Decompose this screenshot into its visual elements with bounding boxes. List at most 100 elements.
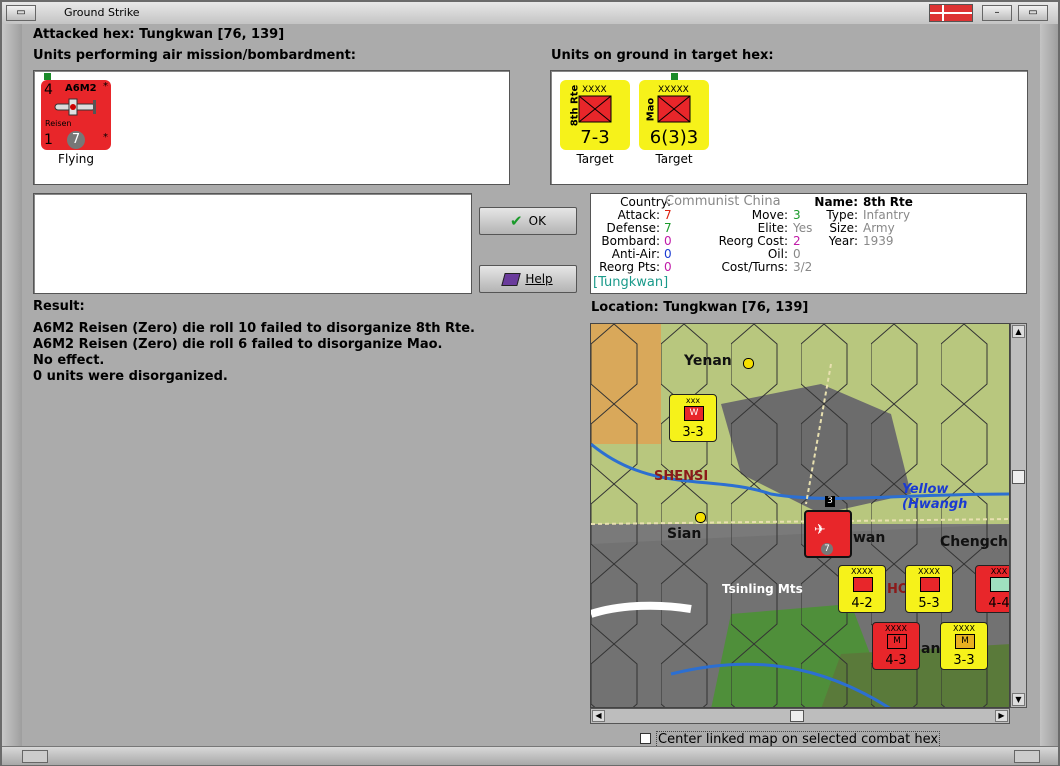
stack-count-badge: 3: [825, 496, 835, 507]
map-place-tsinling: Tsinling Mts: [722, 582, 803, 596]
unit-info-panel: Country: Communist China Attack: 7 Defen…: [590, 193, 1027, 294]
map-air-badge: 7: [821, 543, 833, 555]
map-unit-symbol: [920, 577, 940, 592]
city-icon: [743, 358, 754, 369]
message-box: [33, 193, 472, 294]
ground-unit-1-strength: 7-3: [580, 127, 610, 148]
oil-label: Oil:: [767, 247, 788, 261]
tactical-map[interactable]: Yenan SHENSI Sian Tsinling Mts wan Cheng…: [590, 323, 1010, 708]
year-label: Year:: [828, 234, 858, 248]
help-button[interactable]: Help: [479, 265, 577, 293]
map-place-partial: an: [921, 641, 941, 657]
name-value: 8th Rte: [863, 195, 913, 209]
center-map-checkbox[interactable]: [640, 733, 651, 744]
reorg-cost-label: Reorg Cost:: [718, 234, 788, 248]
map-unit-size: XXX: [990, 567, 1008, 576]
nation-flag-icon: [929, 4, 973, 22]
maximize-button[interactable]: ▭: [1018, 5, 1048, 21]
bombard-value: 0: [664, 234, 672, 248]
ground-unit-2-size: XXXXX: [658, 85, 689, 95]
map-unit[interactable]: XXXX 4-2: [838, 565, 886, 613]
airplane-icon: [54, 98, 96, 116]
map-horizontal-scrollbar[interactable]: ◀ ▶: [590, 708, 1010, 724]
country-value: Communist China: [665, 194, 781, 209]
elite-label: Elite:: [757, 221, 788, 235]
airplane-icon: ✈: [814, 522, 826, 538]
help-button-label: Help: [525, 272, 553, 286]
checkmark-icon: ✔: [510, 212, 523, 230]
map-unit-strength: 4-3: [885, 653, 907, 668]
infantry-symbol-icon: [578, 95, 612, 123]
ready-marker-icon: [671, 73, 678, 80]
location-label: Location: Tungkwan [76, 139]: [591, 300, 809, 315]
resize-grip-right[interactable]: [1014, 750, 1040, 763]
location-link[interactable]: [Tungkwan]: [593, 275, 668, 290]
resize-grip-left[interactable]: [22, 750, 48, 763]
ground-unit-1-size: XXXX: [582, 85, 607, 95]
left-border: [2, 24, 22, 746]
map-river-label: Yellow (Hwangh: [902, 482, 968, 512]
map-vertical-scrollbar[interactable]: ▲ ▼: [1010, 323, 1027, 708]
result-line-4: 0 units were disorganized.: [33, 369, 228, 384]
type-value: Infantry: [863, 208, 911, 222]
reorg-pts-value: 0: [664, 260, 672, 274]
type-label: Type:: [826, 208, 858, 222]
ground-units-list[interactable]: 8th Rte XXXX 7-3 Target Mao XXXXX 6(3)3 …: [550, 70, 1028, 185]
ground-units-label: Units on ground in target hex:: [551, 48, 774, 63]
result-label: Result:: [33, 299, 85, 314]
map-unit[interactable]: XXXX M 3-3: [940, 622, 988, 670]
map-unit[interactable]: XXXX 5-3: [905, 565, 953, 613]
map-air-unit-selected[interactable]: 7 ✈: [804, 510, 852, 558]
scroll-left-arrow-icon[interactable]: ◀: [592, 710, 605, 722]
map-unit-size: XXXX: [918, 567, 940, 576]
window-title: Ground Strike: [64, 6, 140, 19]
help-book-icon: [501, 272, 522, 286]
reorg-pts-label: Reorg Pts:: [599, 260, 660, 274]
ok-button-label: OK: [528, 214, 546, 228]
city-icon: [695, 512, 706, 523]
air-unit-bottom-left: 1: [44, 132, 53, 148]
map-unit-symbol: [853, 577, 873, 592]
air-units-list[interactable]: 4 A6M2 * Reisen 1 7 * Flying: [33, 70, 510, 185]
map-unit-symbol: M: [955, 634, 975, 649]
map-unit-symbol: W: [684, 406, 704, 421]
attack-value: 7: [664, 208, 672, 222]
scroll-right-arrow-icon[interactable]: ▶: [995, 710, 1008, 722]
map-place-tungkwan: wan: [853, 530, 886, 546]
air-unit-status: Flying: [58, 152, 94, 166]
name-label: Name:: [814, 195, 858, 209]
result-line-1: A6M2 Reisen (Zero) die roll 10 failed to…: [33, 321, 475, 336]
air-unit-star-bottom: *: [103, 132, 108, 143]
map-unit[interactable]: xxx W 3-3: [669, 394, 717, 442]
air-unit-star: *: [103, 81, 108, 92]
map-unit-strength: 4-4: [988, 596, 1010, 611]
attacked-hex-label: Attacked hex: Tungkwan [76, 139]: [33, 27, 285, 42]
map-unit-size: XXXX: [953, 624, 975, 633]
vertical-scroll-thumb[interactable]: [1012, 470, 1025, 484]
map-place-chengchow: Chengch: [940, 534, 1008, 550]
antiair-label: Anti-Air:: [611, 247, 660, 261]
result-line-2: A6M2 Reisen (Zero) die roll 6 failed to …: [33, 337, 443, 352]
minimize-button[interactable]: –: [982, 5, 1012, 21]
map-place-sian: Sian: [667, 526, 702, 542]
map-unit-symbol: M: [887, 634, 907, 649]
map-unit[interactable]: XXXX M 4-3: [872, 622, 920, 670]
defense-label: Defense:: [606, 221, 660, 235]
scroll-down-arrow-icon[interactable]: ▼: [1012, 693, 1025, 706]
map-place-yenan: Yenan: [684, 353, 732, 369]
country-label: Country:: [620, 195, 671, 209]
ground-unit-counter-2[interactable]: Mao XXXXX 6(3)3: [639, 80, 709, 150]
ground-unit-counter-1[interactable]: 8th Rte XXXX 7-3: [560, 80, 630, 150]
ok-button[interactable]: ✔ OK: [479, 207, 577, 235]
air-unit-counter[interactable]: 4 A6M2 * Reisen 1 7 *: [41, 80, 111, 150]
map-unit[interactable]: XXX 4-4: [975, 565, 1010, 613]
air-units-label: Units performing air mission/bombardment…: [33, 48, 357, 63]
scroll-up-arrow-icon[interactable]: ▲: [1012, 325, 1025, 338]
cost-turns-label: Cost/Turns:: [721, 260, 788, 274]
window-menu-button[interactable]: ▭: [6, 5, 36, 21]
result-line-3: No effect.: [33, 353, 105, 368]
horizontal-scroll-thumb[interactable]: [790, 710, 804, 722]
ready-marker-icon: [44, 73, 51, 80]
year-value: 1939: [863, 234, 894, 248]
map-unit-strength: 4-2: [851, 596, 873, 611]
